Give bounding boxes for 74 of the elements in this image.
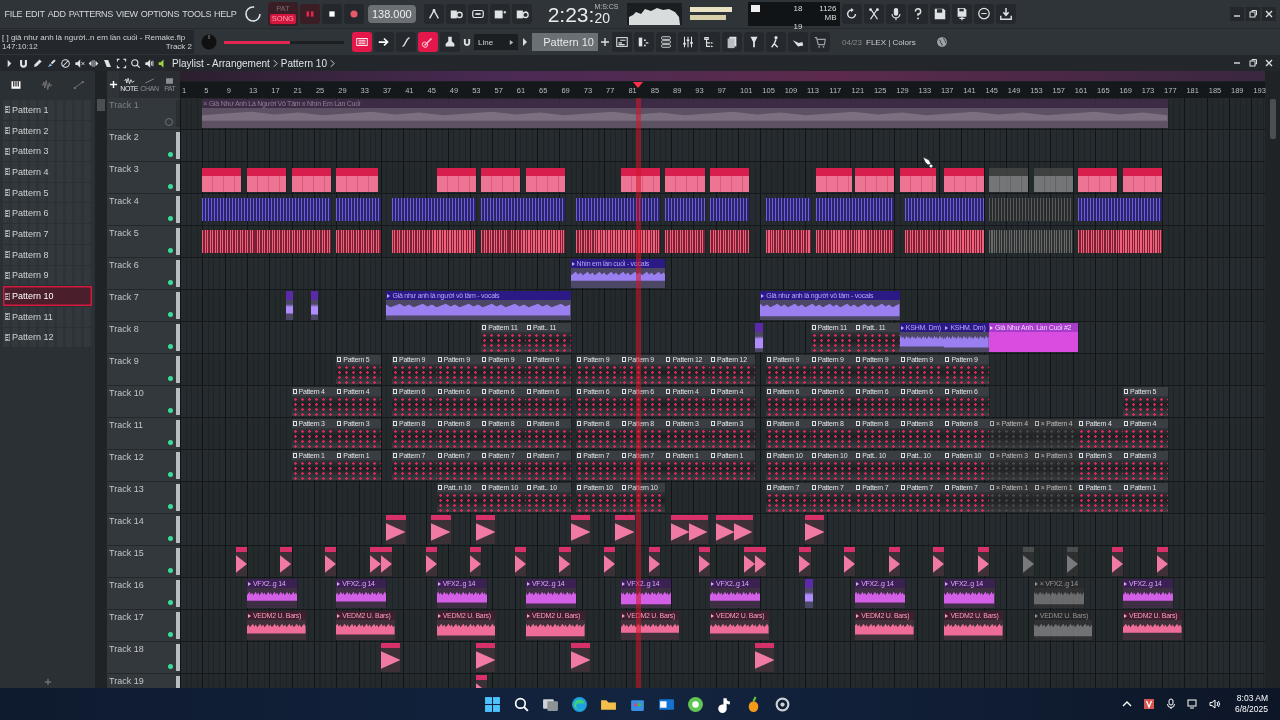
news-date: 04/23 (842, 37, 863, 47)
track-name: Track 8 (109, 324, 139, 334)
track-name: Track 3 (109, 164, 139, 174)
track-name: Track 13 (109, 484, 144, 494)
hint-text: Track 2 (165, 42, 192, 51)
track-header[interactable]: Track 5 (107, 226, 180, 258)
track-header[interactable]: Track 18 (107, 642, 180, 674)
track-name: Track 16 (109, 580, 144, 590)
menu-item[interactable]: EDIT (23, 9, 47, 19)
track-name: Track 6 (109, 260, 139, 270)
position-readout: 147:10:12 (2, 42, 38, 51)
track-name: Track 9 (109, 356, 139, 366)
menu-item[interactable]: VIEW (114, 9, 140, 19)
track-name: Track 2 (109, 132, 139, 142)
menu-item[interactable]: HELP (212, 9, 238, 19)
clock-time[interactable]: 8:03 AM (1236, 693, 1268, 704)
pattern-list-item[interactable]: Pattern 9 (3, 265, 92, 286)
menu-item[interactable]: FILE (3, 9, 24, 19)
track-name: Track 10 (109, 388, 144, 398)
track-name: Track 12 (109, 452, 144, 462)
pattern-list-item[interactable]: Pattern 7 (3, 224, 92, 244)
track-header[interactable]: Track 13 (107, 482, 180, 514)
track-header[interactable]: Track 7 (107, 290, 180, 322)
project-title: [ ] giả như anh là người..n em lần cuối - Remake.flp (2, 33, 187, 42)
window-title: Playlist - Arrangement (172, 57, 270, 69)
polyphony-count: 19 (793, 22, 803, 31)
track-header[interactable]: Track 9 (107, 354, 180, 386)
track-header[interactable]: Track 17 (107, 610, 180, 642)
track-header[interactable]: Track 12 (107, 450, 180, 482)
track-header[interactable]: Track 4 (107, 194, 180, 226)
track-name: Track 19 (109, 676, 144, 686)
track-header[interactable]: Track 11 (107, 418, 180, 450)
voice-count: 18 (793, 4, 803, 15)
snap-dropdown[interactable]: Line (474, 34, 518, 50)
song-time: 2:23: (547, 3, 595, 26)
track-name: Track 17 (109, 612, 144, 622)
track-name: Track 7 (109, 292, 139, 302)
pattern-selector[interactable]: Pattern 10 (532, 33, 598, 51)
clock-date[interactable]: 6/8/2025 (1234, 704, 1268, 715)
track-header[interactable]: Track 3 (107, 162, 180, 194)
pattern-list-item[interactable]: Pattern 10 (3, 286, 92, 306)
track-header[interactable]: Track 8 (107, 322, 180, 354)
track-name: Track 18 (109, 644, 144, 654)
news-link[interactable]: FLEX | Colors (866, 37, 916, 47)
track-name: Track 15 (109, 548, 144, 558)
track-header[interactable]: Track 15 (107, 546, 180, 578)
memory-usage: 1126 MB (818, 4, 837, 22)
menu-item[interactable]: TOOLS (180, 9, 213, 19)
pattern-list-item[interactable]: Pattern 2 (3, 120, 92, 141)
pattern-list-item[interactable]: Pattern 3 (3, 141, 92, 162)
track-header[interactable]: Track 6 (107, 258, 180, 290)
pattern-list-item[interactable]: Pattern 6 (3, 203, 92, 224)
track-header[interactable]: Track 16 (107, 578, 180, 610)
menu-item[interactable]: OPTIONS (139, 9, 181, 19)
menu-item[interactable]: ADD (46, 9, 68, 19)
menu-item[interactable]: PATTERNS (67, 9, 115, 19)
tempo-field[interactable]: 138.000 (367, 5, 416, 23)
pattern-list-item[interactable]: Pattern 1 (3, 100, 92, 120)
track-name: Track 11 (109, 420, 143, 430)
pattern-list-item[interactable]: Pattern 12 (3, 327, 92, 348)
track-name: Track 5 (109, 228, 139, 238)
breadcrumb-pattern[interactable]: Pattern 10 (280, 57, 327, 69)
track-name: Track 1 (109, 100, 139, 110)
track-header[interactable]: Track 10 (107, 386, 180, 418)
pattern-list-item[interactable]: Pattern 4 (3, 162, 92, 182)
pattern-list-item[interactable]: Pattern 11 (3, 306, 92, 327)
pattern-list-item[interactable]: Pattern 8 (3, 244, 92, 265)
track-header[interactable]: Track 2 (107, 130, 180, 162)
song-time-centiseconds: 20 (594, 10, 610, 26)
track-name: Track 4 (109, 196, 139, 206)
track-name: Track 14 (109, 516, 144, 526)
track-header[interactable]: Track 14 (107, 514, 180, 546)
track-header[interactable]: Track 19 (107, 674, 180, 688)
pattern-list-item[interactable]: Pattern 5 (3, 182, 92, 203)
